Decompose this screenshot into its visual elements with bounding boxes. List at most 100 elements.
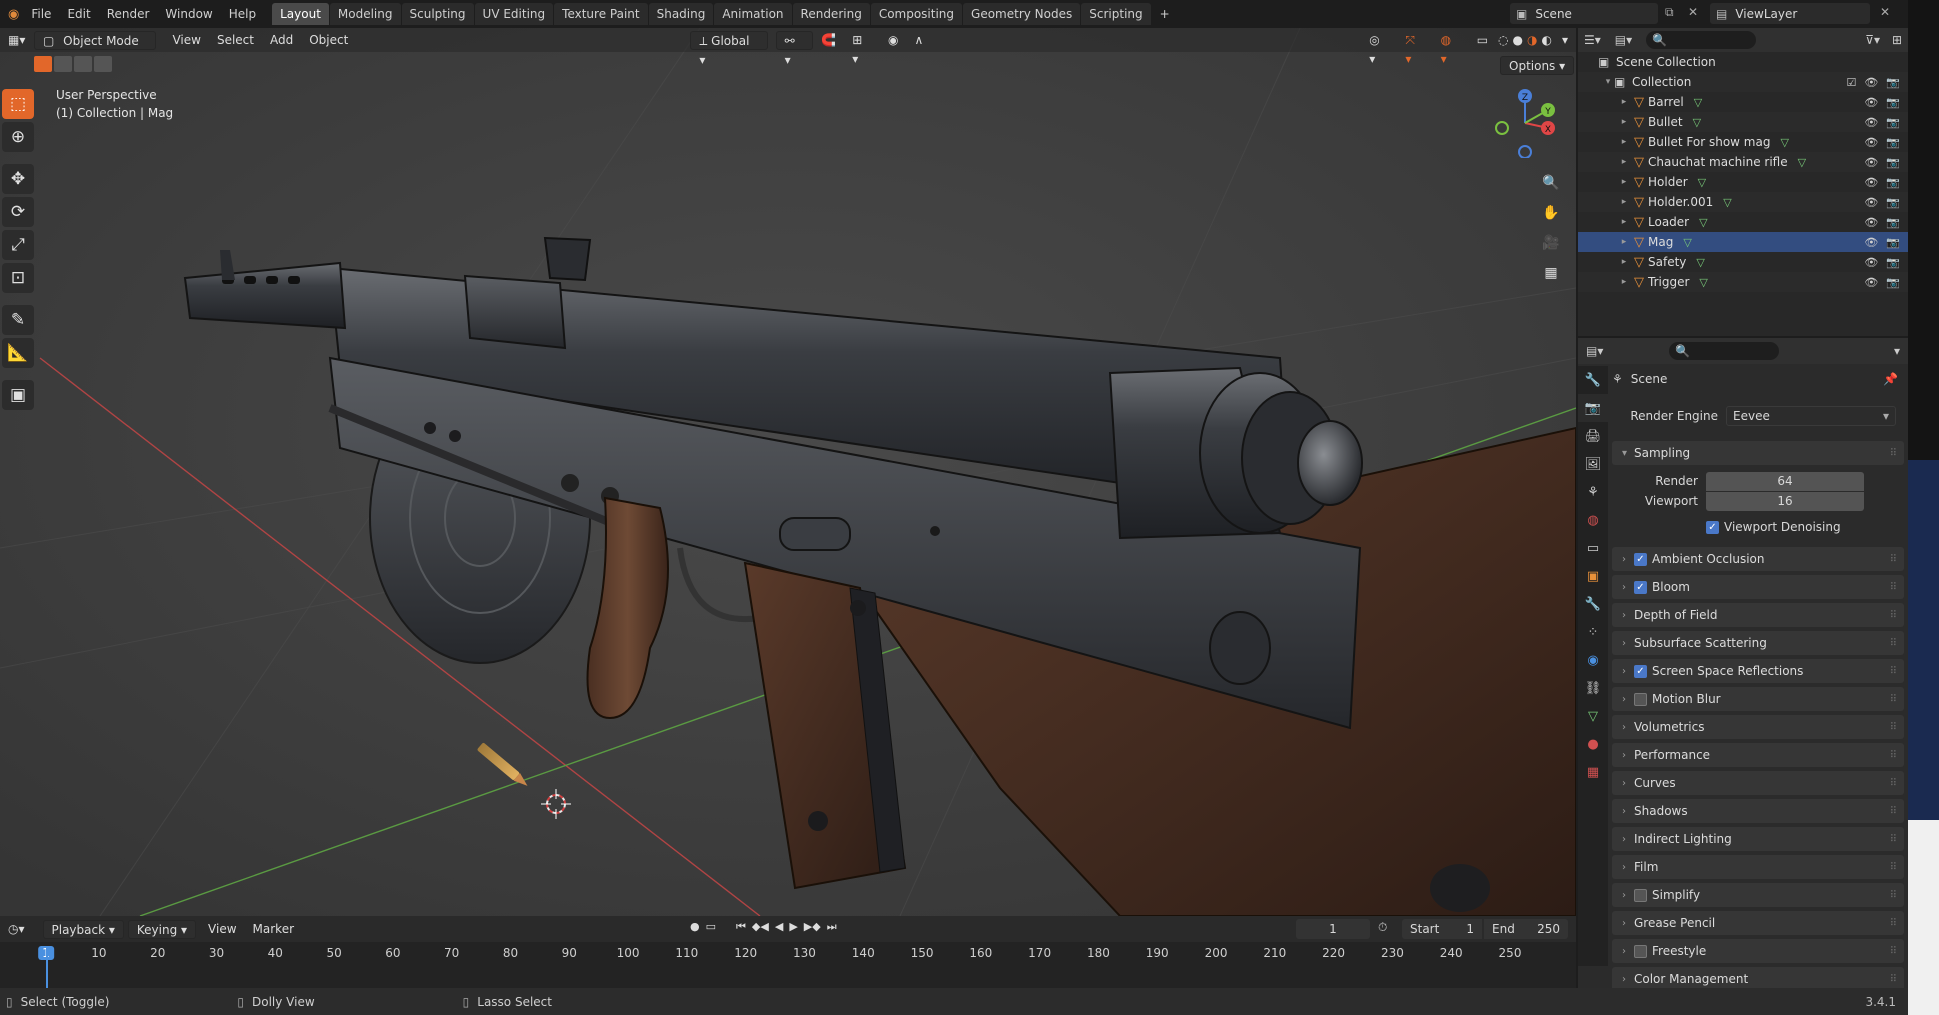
camera-render-icon[interactable]: 📷 <box>1886 96 1900 109</box>
physics-tab-icon[interactable]: ◉ <box>1578 646 1608 674</box>
jump-start-icon[interactable]: ⏮ <box>736 920 746 934</box>
shading-solid-icon[interactable]: ● <box>1511 31 1525 50</box>
properties-editor-icon[interactable]: ▤▾ <box>1586 344 1603 358</box>
mesh-data-icon[interactable]: ▽ <box>1699 216 1707 229</box>
next-key-icon[interactable]: ▶◆ <box>804 920 821 934</box>
outliner-collection[interactable]: ▾ ▣ Collection ☑ 👁 📷 <box>1578 72 1908 92</box>
camera-render-icon[interactable]: 📷 <box>1886 176 1900 189</box>
measure-tool-icon[interactable]: 📐 <box>2 338 34 368</box>
expand-icon[interactable]: ▸ <box>1618 257 1630 267</box>
panel-grip-icon[interactable]: ⠿ <box>1890 666 1898 677</box>
expand-icon[interactable]: ▸ <box>1618 237 1630 247</box>
filter-icon[interactable]: ⊽▾ <box>1865 33 1880 47</box>
panel-screen-space-reflections[interactable]: › ✓ Screen Space Reflections ⠿ <box>1612 659 1904 683</box>
prev-key-icon[interactable]: ◆◀ <box>752 920 769 934</box>
options-dropdown[interactable]: Options ▾ <box>1500 56 1575 75</box>
panel-ambient-occlusion[interactable]: › ✓ Ambient Occlusion ⠿ <box>1612 547 1904 571</box>
visibility-selector[interactable]: ◎ ▾ <box>1361 31 1397 66</box>
expand-icon[interactable]: ▸ <box>1618 277 1630 287</box>
tab-layout[interactable]: Layout <box>272 3 329 25</box>
camera-render-icon[interactable]: 📷 <box>1886 196 1900 209</box>
panel-grip-icon[interactable]: ⠿ <box>1890 974 1898 985</box>
auto-key-icon[interactable]: ● <box>690 920 700 934</box>
move-tool-icon[interactable]: ✥ <box>2 164 34 194</box>
outliner-object-row[interactable]: ▸ ▽ Bullet ▽ 👁 📷 <box>1578 112 1908 132</box>
shading-wireframe-icon[interactable]: ◌ <box>1496 31 1510 50</box>
shading-options-icon[interactable]: ▾ <box>1554 31 1576 50</box>
eye-icon[interactable]: 👁 <box>1864 236 1878 249</box>
camera-render-icon[interactable]: 📷 <box>1886 156 1900 169</box>
collection-tab-icon[interactable]: ▭ <box>1578 534 1608 562</box>
shading-material-icon[interactable]: ◑ <box>1525 31 1539 50</box>
outliner-object-row[interactable]: ▸ ▽ Mag ▽ 👁 📷 <box>1578 232 1908 252</box>
panel-motion-blur[interactable]: › Motion Blur ⠿ <box>1612 687 1904 711</box>
constraints-tab-icon[interactable]: ⛓ <box>1578 674 1608 702</box>
mode-selector[interactable]: ▢ Object Mode ▾ <box>34 30 157 67</box>
snap-options-icon[interactable]: ⊞ ▾ <box>844 31 880 66</box>
select-subtract-icon[interactable] <box>74 56 92 72</box>
outliner-editor-icon[interactable]: ☰▾ <box>1584 33 1601 47</box>
particles-tab-icon[interactable]: ⁘ <box>1578 618 1608 646</box>
outliner-object-row[interactable]: ▸ ▽ Safety ▽ 👁 📷 <box>1578 252 1908 272</box>
outliner-object-row[interactable]: ▸ ▽ Bullet For show mag ▽ 👁 📷 <box>1578 132 1908 152</box>
camera-render-icon[interactable]: 📷 <box>1886 276 1900 289</box>
tab-modeling[interactable]: Modeling <box>329 3 401 25</box>
panel-shadows[interactable]: › Shadows ⠿ <box>1612 799 1904 823</box>
panel-grip-icon[interactable]: ⠿ <box>1890 806 1898 817</box>
outliner-object-row[interactable]: ▸ ▽ Barrel ▽ 👁 📷 <box>1578 92 1908 112</box>
panel-curves[interactable]: › Curves ⠿ <box>1612 771 1904 795</box>
camera-render-icon[interactable]: 📷 <box>1886 216 1900 229</box>
add-workspace-button[interactable]: + <box>1152 3 1178 25</box>
ortho-grid-icon[interactable]: ▦ <box>1538 260 1564 286</box>
exclude-checkbox-icon[interactable]: ☑ <box>1846 76 1856 89</box>
panel-bloom[interactable]: › ✓ Bloom ⠿ <box>1612 575 1904 599</box>
view-layer-tab-icon[interactable]: 🖼 <box>1578 450 1608 478</box>
new-collection-icon[interactable]: ⊞ <box>1892 33 1902 47</box>
shading-rendered-icon[interactable]: ◐ <box>1539 31 1553 50</box>
mesh-data-icon[interactable]: ▽ <box>1693 116 1701 129</box>
select-intersect-icon[interactable] <box>94 56 112 72</box>
navigation-gizmo[interactable]: Z X Y <box>1490 88 1560 158</box>
sampling-panel-header[interactable]: ▾ Sampling ⠿ <box>1612 441 1904 465</box>
annotate-tool-icon[interactable]: ✎ <box>2 305 34 335</box>
keying-set-icon[interactable]: ▭ <box>706 920 716 934</box>
data-tab-icon[interactable]: ▽ <box>1578 702 1608 730</box>
mesh-data-icon[interactable]: ▽ <box>1696 256 1704 269</box>
timeline-menu-view[interactable]: View <box>200 920 244 939</box>
tab-texture-paint[interactable]: Texture Paint <box>554 3 648 25</box>
menu-window[interactable]: Window <box>157 0 220 28</box>
gizmo-toggle-icon[interactable]: ⤧ ▾ <box>1397 31 1432 66</box>
render-tab-icon[interactable]: 📷 <box>1578 394 1608 422</box>
eye-icon[interactable]: 👁 <box>1864 116 1878 129</box>
camera-render-icon[interactable]: 📷 <box>1886 256 1900 269</box>
render-engine-dropdown[interactable]: Eevee ▾ <box>1726 406 1896 426</box>
panel-grip-icon[interactable]: ⠿ <box>1890 694 1898 705</box>
panel-grip-icon[interactable]: ⠿ <box>1890 638 1898 649</box>
mesh-data-icon[interactable]: ▽ <box>1723 196 1731 209</box>
current-frame-field[interactable]: 1 <box>1296 919 1370 939</box>
tool-tab-icon[interactable]: 🔧 <box>1578 366 1608 394</box>
cursor-tool-icon[interactable]: ⊕ <box>2 122 34 152</box>
expand-icon[interactable]: ▸ <box>1618 137 1630 147</box>
select-new-icon[interactable] <box>34 56 52 72</box>
tab-compositing[interactable]: Compositing <box>870 3 963 25</box>
panel-grip-icon[interactable]: ⠿ <box>1890 582 1898 593</box>
menu-help[interactable]: Help <box>221 0 264 28</box>
select-extend-icon[interactable] <box>54 56 72 72</box>
outliner-object-row[interactable]: ▸ ▽ Holder.001 ▽ 👁 📷 <box>1578 192 1908 212</box>
panel-grip-icon[interactable]: ⠿ <box>1890 890 1898 901</box>
camera-render-icon[interactable]: 📷 <box>1886 76 1900 89</box>
material-tab-icon[interactable]: ● <box>1578 730 1608 758</box>
panel-grease-pencil[interactable]: › Grease Pencil ⠿ <box>1612 911 1904 935</box>
timeline-ruler[interactable]: 1102030405060708090100110120130140150160… <box>0 942 1576 988</box>
outliner-scene-collection[interactable]: ▣ Scene Collection <box>1578 52 1908 72</box>
snap-toggle-icon[interactable]: 🧲 <box>813 31 844 50</box>
rotate-tool-icon[interactable]: ⟳ <box>2 197 34 227</box>
panel-grip-icon[interactable]: ⠿ <box>1890 778 1898 789</box>
scene-pin-icon[interactable]: ⧉ <box>1665 5 1674 20</box>
vp-menu-object[interactable]: Object <box>301 31 356 50</box>
eye-icon[interactable]: 👁 <box>1864 136 1878 149</box>
play-reverse-icon[interactable]: ◀ <box>775 920 783 934</box>
vp-menu-add[interactable]: Add <box>262 31 301 50</box>
end-frame-field[interactable]: End 250 <box>1484 919 1568 939</box>
